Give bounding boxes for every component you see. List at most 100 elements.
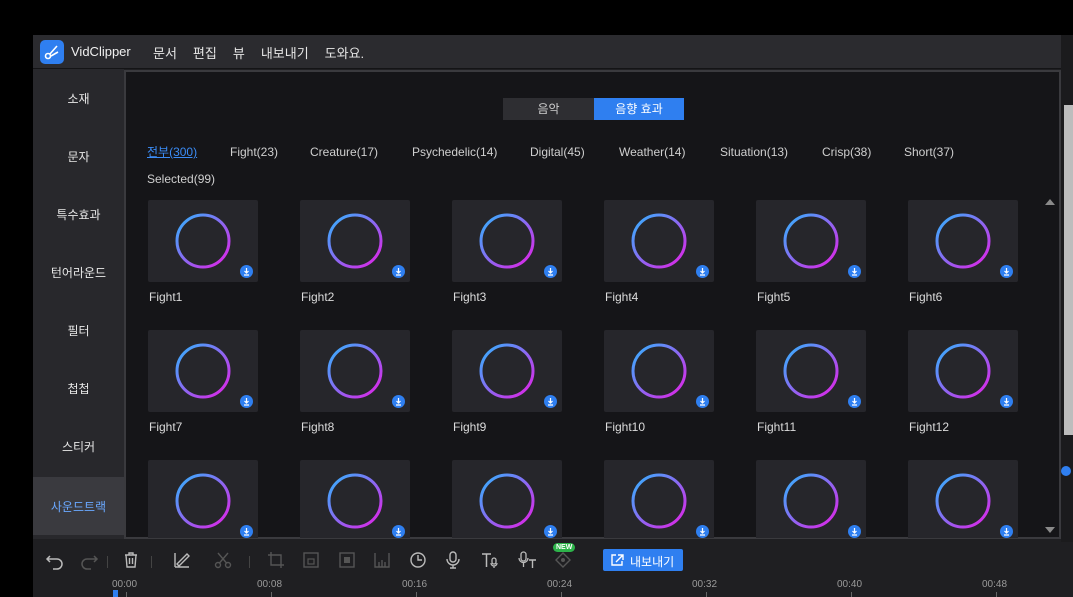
sound-thumbnail[interactable] bbox=[756, 330, 866, 412]
timeline-tick-label: 00:32 bbox=[692, 579, 718, 590]
category-situation[interactable]: Situation(13) bbox=[720, 145, 788, 159]
timeline-tick-mark bbox=[561, 592, 562, 597]
sound-card-label: Fight9 bbox=[453, 420, 487, 434]
sound-thumbnail[interactable] bbox=[148, 200, 258, 282]
download-icon[interactable] bbox=[392, 265, 405, 278]
sound-thumbnail[interactable] bbox=[756, 200, 866, 282]
sound-thumbnail[interactable] bbox=[908, 330, 1018, 412]
sidebar-item-transitions[interactable]: 턴어라운드 bbox=[33, 243, 124, 301]
tab-sound-effects[interactable]: 음향 효과 bbox=[594, 98, 684, 120]
ai-tool-icon[interactable] bbox=[553, 550, 573, 570]
download-icon[interactable] bbox=[848, 265, 861, 278]
category-selected[interactable]: Selected(99) bbox=[147, 172, 215, 186]
category-weather[interactable]: Weather(14) bbox=[619, 145, 685, 159]
menu-export[interactable]: 내보내기 bbox=[261, 43, 309, 62]
app-logo-icon bbox=[40, 40, 64, 64]
download-icon[interactable] bbox=[240, 265, 253, 278]
menu-help[interactable]: 도와요. bbox=[325, 43, 365, 62]
freeze-icon[interactable] bbox=[372, 550, 392, 570]
toolbar-divider bbox=[151, 556, 152, 568]
tab-music[interactable]: 음악 bbox=[503, 98, 594, 120]
category-digital[interactable]: Digital(45) bbox=[530, 145, 585, 159]
sound-card-label: Fight7 bbox=[149, 420, 183, 434]
resize-icon[interactable] bbox=[301, 550, 321, 570]
download-icon[interactable] bbox=[240, 525, 253, 538]
crop-icon[interactable] bbox=[266, 550, 286, 570]
scroll-up-icon[interactable] bbox=[1045, 199, 1055, 205]
sound-thumbnail[interactable] bbox=[148, 330, 258, 412]
export-button[interactable]: 내보내기 bbox=[603, 549, 683, 571]
sidebar-item-media[interactable]: 소재 bbox=[33, 69, 124, 127]
sound-thumbnail[interactable] bbox=[452, 200, 562, 282]
download-icon[interactable] bbox=[392, 525, 405, 538]
scroll-down-icon[interactable] bbox=[1045, 527, 1055, 533]
category-crisp[interactable]: Crisp(38) bbox=[822, 145, 871, 159]
mosaic-icon[interactable] bbox=[337, 550, 357, 570]
sound-thumbnail[interactable] bbox=[452, 330, 562, 412]
menu-bar: 문서 편집 뷰 내보내기 도와요. bbox=[153, 43, 380, 62]
text-to-speech-icon[interactable] bbox=[480, 550, 500, 570]
cut-icon[interactable] bbox=[213, 550, 233, 570]
sound-thumbnail[interactable] bbox=[300, 200, 410, 282]
timeline-tick-mark bbox=[706, 592, 707, 597]
sound-thumbnail[interactable] bbox=[756, 460, 866, 538]
sound-card-label: Fight10 bbox=[605, 420, 646, 434]
category-fight[interactable]: Fight(23) bbox=[230, 145, 278, 159]
timeline-tick-mark bbox=[996, 592, 997, 597]
sound-grid: Fight1 Fight2 Fight3 Fight4 Fight5 Fight… bbox=[148, 200, 1038, 538]
timeline-tick-label: 00:08 bbox=[257, 579, 283, 590]
sound-thumbnail[interactable] bbox=[300, 330, 410, 412]
menu-view[interactable]: 뷰 bbox=[233, 43, 245, 62]
sound-thumbnail[interactable] bbox=[908, 200, 1018, 282]
download-icon[interactable] bbox=[848, 525, 861, 538]
preview-slider-handle[interactable] bbox=[1061, 466, 1071, 476]
download-icon[interactable] bbox=[1000, 395, 1013, 408]
menu-document[interactable]: 문서 bbox=[153, 43, 177, 62]
delete-icon[interactable] bbox=[121, 550, 141, 570]
sound-thumbnail[interactable] bbox=[300, 460, 410, 538]
playhead[interactable] bbox=[113, 590, 118, 597]
sound-card-label: Fight12 bbox=[909, 420, 950, 434]
sound-card-label: Fight3 bbox=[453, 290, 487, 304]
download-icon[interactable] bbox=[544, 525, 557, 538]
category-all[interactable]: 전부(300) bbox=[147, 143, 197, 160]
download-icon[interactable] bbox=[544, 265, 557, 278]
sound-thumbnail[interactable] bbox=[908, 460, 1018, 538]
sidebar-item-filters[interactable]: 필터 bbox=[33, 301, 124, 359]
sidebar-item-overlay[interactable]: 첩첩 bbox=[33, 359, 124, 417]
sound-thumbnail[interactable] bbox=[452, 460, 562, 538]
sidebar-item-text[interactable]: 문자 bbox=[33, 127, 124, 185]
category-short[interactable]: Short(37) bbox=[904, 145, 954, 159]
download-icon[interactable] bbox=[696, 265, 709, 278]
sound-thumbnail[interactable] bbox=[604, 200, 714, 282]
panel-scrollbar[interactable] bbox=[1044, 197, 1057, 535]
download-icon[interactable] bbox=[696, 395, 709, 408]
timeline-ruler[interactable]: 00:00 00:08 00:16 00:24 00:32 00:40 00:48 bbox=[33, 578, 1073, 597]
download-icon[interactable] bbox=[848, 395, 861, 408]
redo-icon[interactable] bbox=[79, 550, 99, 570]
sound-thumbnail[interactable] bbox=[604, 460, 714, 538]
download-icon[interactable] bbox=[1000, 525, 1013, 538]
duration-icon[interactable] bbox=[408, 550, 428, 570]
toolbar-divider bbox=[107, 556, 108, 568]
download-icon[interactable] bbox=[1000, 265, 1013, 278]
sound-thumbnail[interactable] bbox=[604, 330, 714, 412]
undo-icon[interactable] bbox=[45, 550, 65, 570]
sidebar-item-soundtrack[interactable]: 사운드트랙 bbox=[33, 477, 124, 535]
edit-icon[interactable] bbox=[172, 550, 192, 570]
record-icon[interactable] bbox=[443, 550, 463, 570]
download-icon[interactable] bbox=[392, 395, 405, 408]
category-psychedelic[interactable]: Psychedelic(14) bbox=[412, 145, 497, 159]
sound-card-label: Fight5 bbox=[757, 290, 791, 304]
speech-to-text-icon[interactable] bbox=[518, 550, 538, 570]
download-icon[interactable] bbox=[240, 395, 253, 408]
sound-thumbnail[interactable] bbox=[148, 460, 258, 538]
download-icon[interactable] bbox=[544, 395, 557, 408]
sidebar-item-effects[interactable]: 특수효과 bbox=[33, 185, 124, 243]
download-icon[interactable] bbox=[696, 525, 709, 538]
menu-edit[interactable]: 편집 bbox=[193, 43, 217, 62]
category-creature[interactable]: Creature(17) bbox=[310, 145, 378, 159]
sidebar-item-stickers[interactable]: 스티커 bbox=[33, 417, 124, 475]
sound-library-panel: 음악 음향 효과 전부(300) Fight(23) Creature(17) … bbox=[124, 70, 1061, 539]
timeline-tick-label: 00:16 bbox=[402, 579, 428, 590]
